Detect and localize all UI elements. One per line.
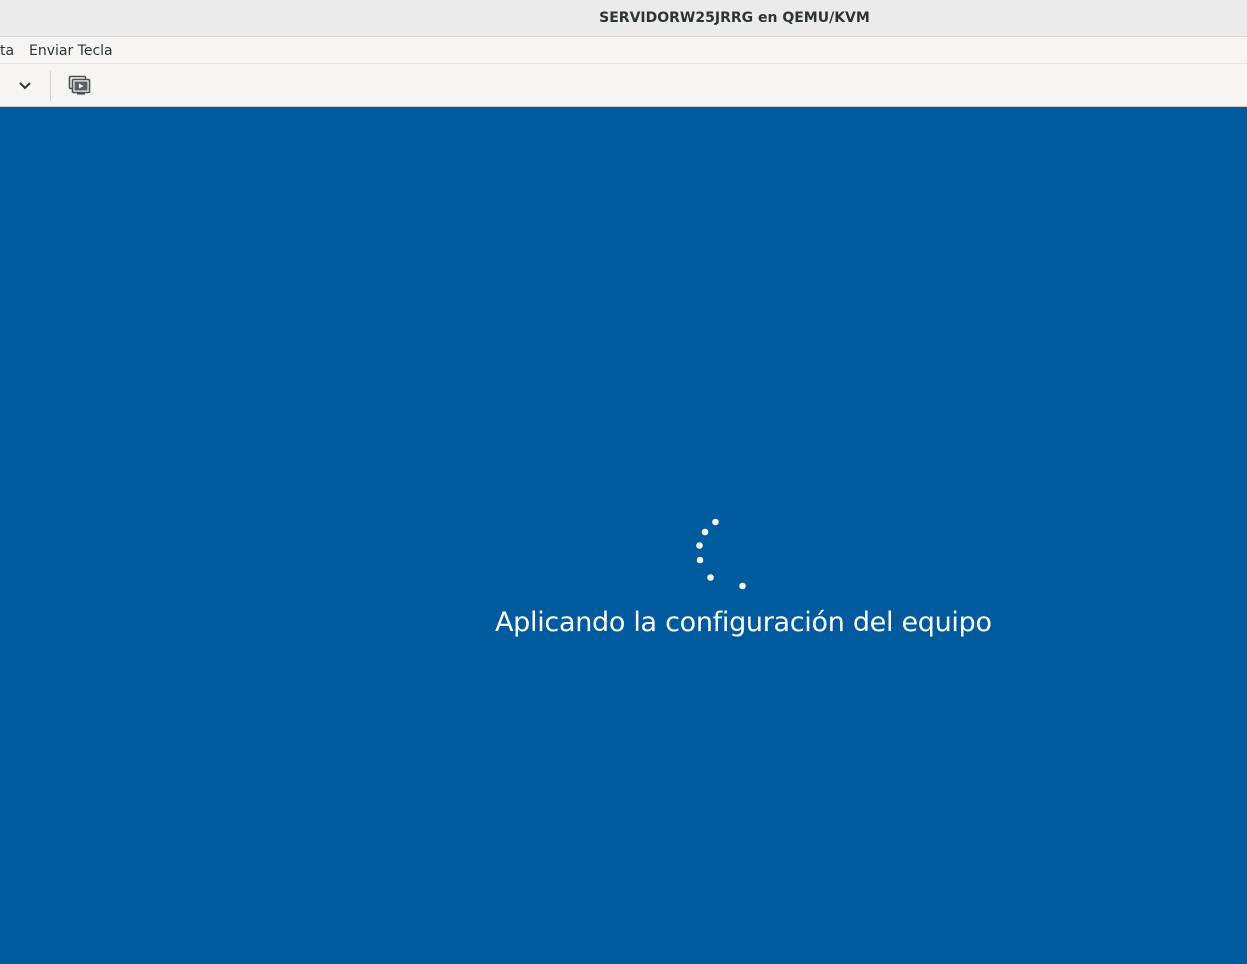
- dropdown-button[interactable]: [10, 75, 40, 97]
- menu-item-send-key[interactable]: Enviar Tecla: [29, 37, 113, 64]
- chevron-down-icon: [19, 82, 31, 89]
- vm-display[interactable]: Aplicando la configuración del equipo: [0, 107, 1247, 964]
- toolbar: [0, 64, 1247, 107]
- status-message: Aplicando la configuración del equipo: [495, 607, 992, 638]
- loading-spinner-icon: [696, 518, 746, 590]
- toolbar-separator: [50, 71, 51, 101]
- menu-bar: ta Enviar Tecla: [0, 37, 1247, 64]
- title-bar[interactable]: SERVIDORW25JRRG en QEMU/KVM: [0, 0, 1247, 37]
- menu-item-view[interactable]: ta: [0, 37, 14, 64]
- console-screens-icon: [68, 75, 91, 95]
- vm-viewer-window: SERVIDORW25JRRG en QEMU/KVM ta Enviar Te…: [0, 0, 1247, 964]
- window-title: SERVIDORW25JRRG en QEMU/KVM: [599, 10, 870, 26]
- console-view-button[interactable]: [64, 73, 94, 99]
